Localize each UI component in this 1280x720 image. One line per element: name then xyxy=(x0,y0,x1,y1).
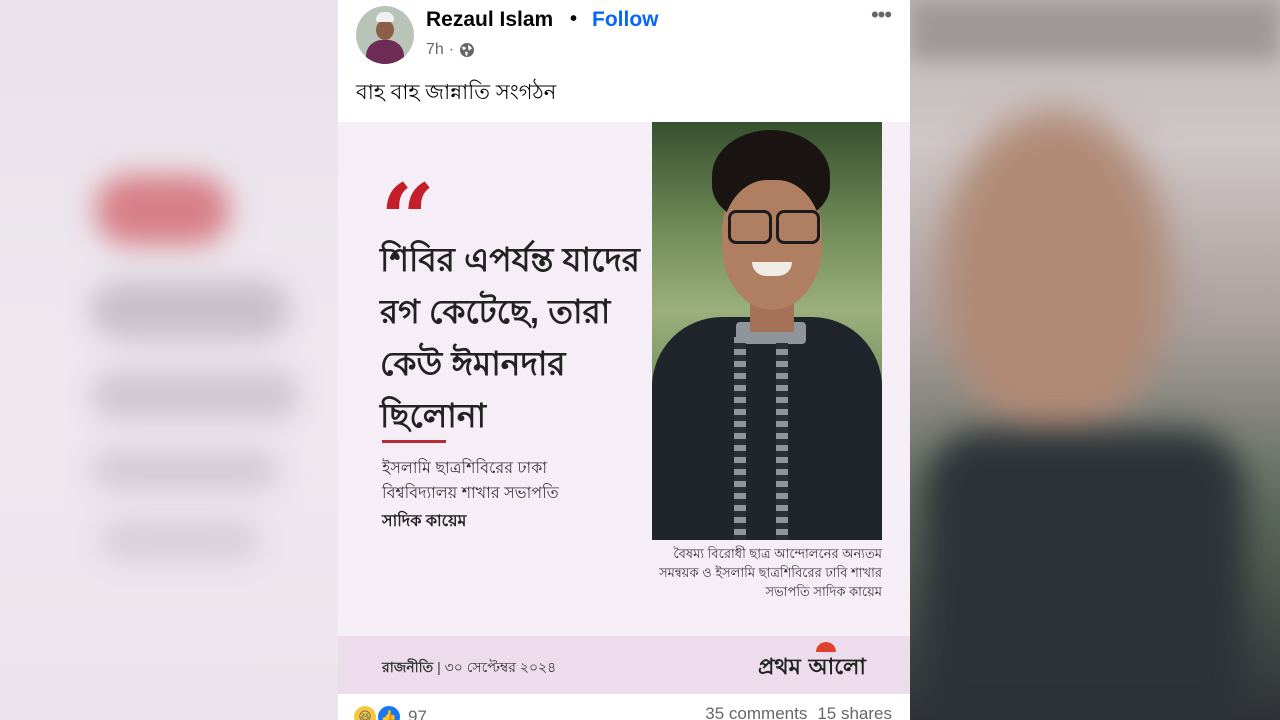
divider xyxy=(382,440,446,443)
like-reaction-icon: 👍 xyxy=(376,704,402,720)
publisher-logo: প্রথম আলো xyxy=(758,654,866,680)
quote-text: শিবির এপর্যন্ত যাদের রগ কেটেছে, তারা কেউ… xyxy=(380,241,640,434)
glasses-left xyxy=(728,210,772,244)
photo-trim xyxy=(734,337,746,540)
shared-news-image[interactable]: “ শিবির এপর্যন্ত যাদের রগ কেটেছে, তারা ক… xyxy=(338,122,910,694)
blurred-text-shape xyxy=(100,520,260,560)
blurred-background-top xyxy=(910,0,1280,60)
comments-count[interactable]: 35 comments xyxy=(705,704,807,720)
author-name[interactable]: Rezaul Islam xyxy=(426,8,553,32)
news-footer: রাজনীতি | ৩০ সেপ্টেম্বর ২০২৪ প্রথম আলো xyxy=(338,636,910,694)
avatar-cap xyxy=(376,12,394,22)
photo-trim xyxy=(776,337,788,540)
photo-body xyxy=(652,317,882,540)
blurred-text-shape xyxy=(90,450,280,490)
haha-reaction-icon: 😆 xyxy=(354,706,376,720)
blurred-background-left xyxy=(0,0,338,720)
globe-icon[interactable] xyxy=(459,42,475,58)
avatar[interactable] xyxy=(356,6,414,64)
more-options-icon[interactable]: ••• xyxy=(866,4,896,30)
reaction-count: 97 xyxy=(408,707,427,720)
follow-button[interactable]: Follow xyxy=(592,8,659,32)
meta-dot: · xyxy=(448,41,455,58)
post-time[interactable]: 7h xyxy=(426,41,444,59)
blurred-face xyxy=(940,110,1170,440)
photo-face-front xyxy=(722,180,822,310)
photo-caption: বৈষম্য বিরোধী ছাত্র আন্দোলনের অন্যতম সমন… xyxy=(659,546,882,599)
glasses-right xyxy=(776,210,820,244)
news-category: রাজনীতি xyxy=(382,659,434,675)
speaker-description: ইসলামি ছাত্রশিবিরের ঢাকা বিশ্ববিদ্যালয় … xyxy=(382,460,559,502)
reaction-summary[interactable]: 😆 👍 97 xyxy=(354,704,427,720)
news-date: ৩০ সেপ্টেম্বর ২০২৪ xyxy=(444,659,557,675)
quote-mark-icon: “ xyxy=(380,172,436,232)
news-meta: রাজনীতি | ৩০ সেপ্টেম্বর ২০২৪ xyxy=(382,656,556,680)
blurred-text-shape xyxy=(90,280,290,340)
separator: • xyxy=(570,8,578,30)
blurred-body xyxy=(925,430,1245,720)
portrait-photo xyxy=(652,122,882,540)
facebook-post: Rezaul Islam • Follow 7h · ••• বাহ বাহ জ… xyxy=(338,0,910,720)
blurred-text-shape xyxy=(90,370,300,420)
speaker-name: সাদিক কায়েম xyxy=(382,513,467,530)
avatar-face xyxy=(376,20,394,40)
avatar-shirt xyxy=(366,40,404,64)
shares-count[interactable]: 15 shares xyxy=(817,704,892,720)
engagement-counts: 35 comments 15 shares xyxy=(705,704,892,720)
post-caption: বাহ বাহ জান্নাতি সংগঠন xyxy=(356,81,557,104)
post-meta: 7h · xyxy=(426,41,475,59)
date-separator: | xyxy=(437,659,441,675)
blurred-red-shape xyxy=(95,175,230,245)
